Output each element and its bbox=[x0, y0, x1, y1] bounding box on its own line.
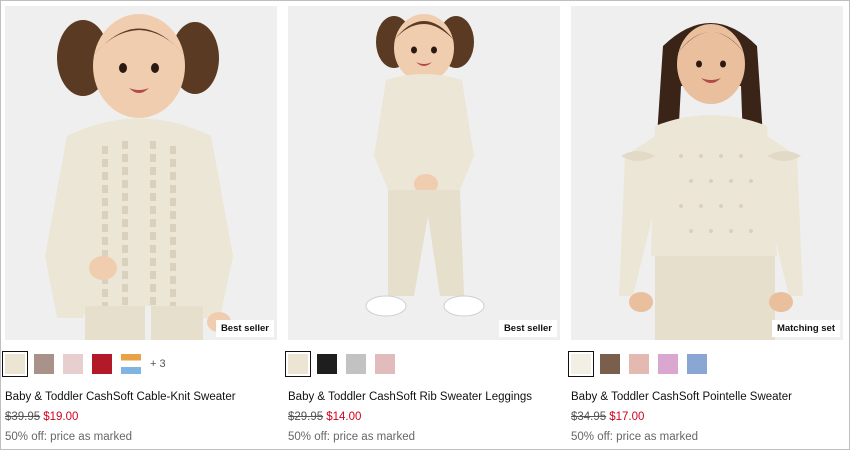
product-card[interactable]: Best seller + 3 Baby & Toddler CashSoft … bbox=[2, 6, 277, 446]
promo-text: 50% off: price as marked bbox=[571, 431, 698, 443]
swatch-ivory[interactable] bbox=[285, 351, 311, 377]
swatch-pink[interactable] bbox=[629, 354, 649, 374]
swatch-red[interactable] bbox=[92, 354, 112, 374]
product-price: $34.95 $17.00 bbox=[571, 411, 644, 423]
color-swatches bbox=[285, 351, 404, 377]
swatch-black[interactable] bbox=[317, 354, 337, 374]
promo-text: 50% off: price as marked bbox=[288, 431, 415, 443]
product-photo-rib-leggings bbox=[288, 6, 560, 340]
product-image[interactable]: Matching set bbox=[571, 6, 843, 340]
original-price: $29.95 bbox=[288, 411, 324, 423]
original-price: $34.95 bbox=[571, 411, 607, 423]
sale-price: $17.00 bbox=[609, 411, 645, 423]
product-price: $39.95 $19.00 bbox=[5, 411, 78, 423]
swatch-ivory[interactable] bbox=[568, 351, 594, 377]
sale-price: $19.00 bbox=[43, 411, 79, 423]
best-seller-badge: Best seller bbox=[215, 320, 274, 337]
swatch-taupe[interactable] bbox=[34, 354, 54, 374]
swatch-pink[interactable] bbox=[63, 354, 83, 374]
product-photo-pointelle bbox=[571, 6, 843, 340]
product-card[interactable]: Matching set Baby & Toddler CashSoft Poi… bbox=[568, 6, 843, 446]
product-title[interactable]: Baby & Toddler CashSoft Cable-Knit Sweat… bbox=[5, 391, 236, 403]
product-image[interactable]: Best seller bbox=[5, 6, 277, 340]
product-title[interactable]: Baby & Toddler CashSoft Rib Sweater Legg… bbox=[288, 391, 532, 403]
color-swatches bbox=[568, 351, 716, 377]
product-price: $29.95 $14.00 bbox=[288, 411, 361, 423]
original-price: $39.95 bbox=[5, 411, 41, 423]
sale-price: $14.00 bbox=[326, 411, 362, 423]
more-colors-link[interactable]: + 3 bbox=[150, 358, 166, 370]
color-swatches: + 3 bbox=[2, 351, 166, 377]
promo-text: 50% off: price as marked bbox=[5, 431, 132, 443]
swatch-grey[interactable] bbox=[346, 354, 366, 374]
best-seller-badge: Best seller bbox=[498, 320, 557, 337]
swatch-blue[interactable] bbox=[687, 354, 707, 374]
swatch-stripe[interactable] bbox=[121, 354, 141, 374]
product-image[interactable]: Best seller bbox=[288, 6, 560, 340]
product-title[interactable]: Baby & Toddler CashSoft Pointelle Sweate… bbox=[571, 391, 792, 403]
swatch-pink[interactable] bbox=[375, 354, 395, 374]
product-card[interactable]: Best seller Baby & Toddler CashSoft Rib … bbox=[285, 6, 560, 446]
swatch-lilac[interactable] bbox=[658, 354, 678, 374]
swatch-ivory[interactable] bbox=[2, 351, 28, 377]
product-photo-cable-knit bbox=[5, 6, 277, 340]
product-grid: Best seller + 3 Baby & Toddler CashSoft … bbox=[2, 6, 845, 446]
swatch-brown[interactable] bbox=[600, 354, 620, 374]
matching-set-badge: Matching set bbox=[771, 320, 840, 337]
